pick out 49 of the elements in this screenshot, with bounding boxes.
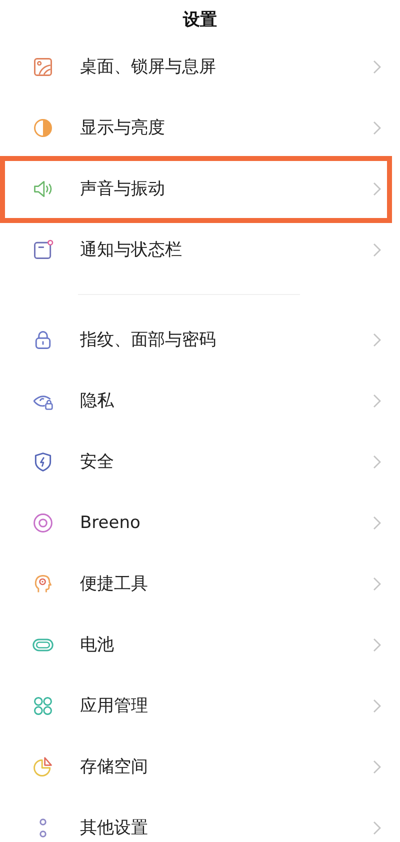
item-label: 声音与振动 — [80, 178, 166, 200]
chevron-right-icon — [373, 242, 381, 256]
target-icon — [32, 512, 54, 534]
chevron-right-icon — [373, 638, 381, 652]
screen-title: 设置 — [183, 8, 217, 30]
settings-item[interactable]: 便捷工具 — [0, 553, 400, 614]
item-label: 便捷工具 — [80, 573, 149, 595]
chevron-right-icon — [373, 332, 381, 346]
settings-item[interactable]: 存储空间 — [0, 736, 400, 797]
chevron-right-icon — [373, 576, 381, 590]
notification-icon — [32, 238, 54, 260]
item-label: 通知与状态栏 — [80, 239, 183, 261]
item-label: 存储空间 — [80, 756, 149, 778]
pie-icon — [32, 756, 54, 778]
chevron-right-icon — [373, 698, 381, 712]
settings-item[interactable]: Breeno — [0, 492, 400, 553]
item-label: Breeno — [80, 512, 142, 532]
settings-item[interactable]: 电池 — [0, 614, 400, 675]
picture-icon — [32, 56, 54, 78]
item-label: 指纹、面部与密码 — [80, 329, 217, 351]
item-label: 应用管理 — [80, 695, 149, 717]
brightness-icon — [32, 116, 54, 138]
grid-icon — [32, 694, 54, 716]
settings-item[interactable]: 显示与亮度 — [0, 97, 400, 158]
item-label: 显示与亮度 — [80, 117, 166, 139]
item-label: 隐私 — [80, 390, 115, 412]
dots-icon — [39, 816, 47, 838]
chevron-right-icon — [373, 516, 381, 530]
settings-item[interactable]: 声音与振动 — [0, 158, 400, 219]
chevron-right-icon — [373, 120, 381, 134]
shield-icon — [32, 450, 54, 472]
head-icon — [32, 572, 54, 594]
settings-item[interactable]: 其他设置 — [0, 797, 400, 842]
settings-item[interactable]: 桌面、锁屏与息屏 — [0, 36, 400, 97]
chevron-right-icon — [373, 182, 381, 196]
chevron-right-icon — [373, 394, 381, 408]
settings-item[interactable]: 应用管理 — [0, 675, 400, 736]
settings-item[interactable]: 指纹、面部与密码 — [0, 309, 400, 370]
settings-item[interactable]: 安全 — [0, 431, 400, 492]
item-label: 安全 — [80, 451, 115, 473]
chevron-right-icon — [373, 760, 381, 774]
chevron-right-icon — [373, 60, 381, 74]
settings-item[interactable]: 通知与状态栏 — [0, 219, 400, 280]
item-label: 其他设置 — [80, 817, 149, 839]
item-label: 桌面、锁屏与息屏 — [80, 56, 217, 78]
chevron-right-icon — [373, 454, 381, 468]
item-label: 电池 — [80, 634, 115, 656]
chevron-right-icon — [373, 820, 381, 834]
settings-item[interactable]: 隐私 — [0, 370, 400, 431]
